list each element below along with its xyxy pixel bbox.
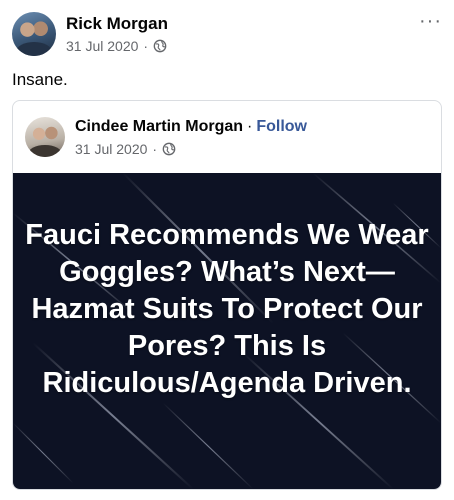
shared-author-avatar[interactable] [25, 117, 65, 157]
globe-icon[interactable] [153, 39, 167, 53]
shared-post-image[interactable]: Fauci Recommends We Wear Goggles? What’s… [13, 173, 441, 489]
author-name[interactable]: Rick Morgan [66, 14, 168, 34]
post-subline: 31 Jul 2020 · [66, 38, 168, 54]
post-header: Rick Morgan 31 Jul 2020 · [12, 12, 168, 56]
dot-separator: · [152, 141, 158, 157]
globe-icon[interactable] [162, 142, 176, 156]
shared-post-card[interactable]: Cindee Martin Morgan · Follow 31 Jul 2020 … [12, 100, 442, 490]
dot-separator: · [143, 38, 149, 54]
image-headline: Fauci Recommends We Wear Goggles? What’s… [25, 219, 429, 399]
shared-post-header: Cindee Martin Morgan · Follow 31 Jul 2020 … [25, 117, 307, 157]
post-meta: Rick Morgan 31 Jul 2020 · [66, 14, 168, 54]
shared-post-date[interactable]: 31 Jul 2020 [75, 141, 147, 157]
shared-author-name[interactable]: Cindee Martin Morgan [75, 118, 243, 135]
more-options-icon[interactable]: ··· [419, 11, 442, 31]
follow-button[interactable]: Follow [256, 118, 307, 135]
shared-author-line: Cindee Martin Morgan · Follow [75, 117, 307, 137]
shared-post-subline: 31 Jul 2020 · [75, 141, 307, 157]
shared-post-meta: Cindee Martin Morgan · Follow 31 Jul 2020 … [75, 117, 307, 157]
dot-separator: · [247, 118, 253, 135]
author-avatar[interactable] [12, 12, 56, 56]
post-date[interactable]: 31 Jul 2020 [66, 38, 138, 54]
post-text: Insane. [12, 70, 68, 89]
